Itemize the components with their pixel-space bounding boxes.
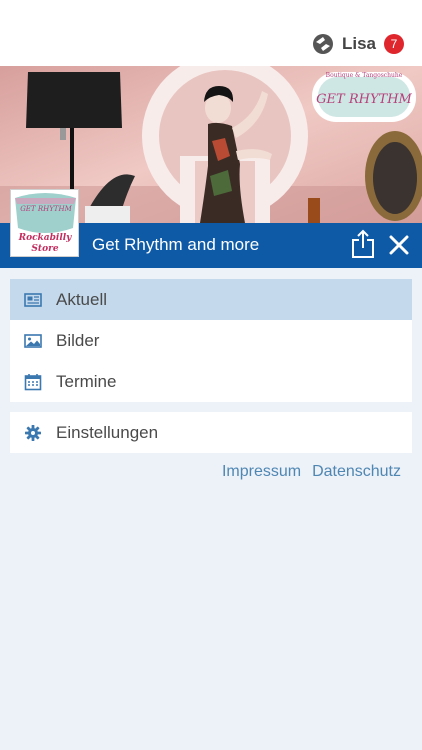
datenschutz-link[interactable]: Datenschutz — [312, 463, 401, 481]
menu-item-einstellungen[interactable]: Einstellungen — [10, 412, 412, 453]
menu-item-termine[interactable]: Termine — [10, 361, 412, 402]
menu-item-label: Einstellungen — [56, 422, 159, 442]
impressum-link[interactable]: Impressum — [222, 463, 301, 481]
close-icon[interactable] — [388, 234, 410, 256]
share-icon[interactable] — [350, 229, 376, 259]
footer-links: Impressum Datenschutz — [222, 463, 401, 481]
menu-item-label: Bilder — [56, 330, 100, 350]
sign-title-text: GET RHYTHM — [316, 92, 412, 107]
store-logo-brand: GET RHYTHM — [20, 205, 72, 213]
image-icon — [24, 334, 42, 348]
settings-menu: Einstellungen — [10, 412, 412, 453]
store-logo: GET RHYTHM Rockabilly Store — [10, 189, 79, 257]
sign-subtitle-text: Boutique & Tangoschuhe — [326, 72, 403, 79]
newspaper-icon — [24, 293, 42, 307]
top-bar: Lisa 7 — [0, 0, 422, 66]
gear-icon — [25, 425, 41, 441]
user-name: Lisa — [341, 34, 376, 53]
store-logo-line1: Rockabilly — [18, 233, 73, 243]
menu-item-bilder[interactable]: Bilder — [10, 320, 412, 361]
user-account[interactable]: Lisa 7 — [312, 30, 404, 58]
notification-badge[interactable]: 7 — [384, 34, 404, 54]
app-logo-icon — [312, 34, 333, 54]
menu-item-label: Termine — [56, 371, 117, 391]
menu-item-label: Aktuell — [56, 289, 108, 309]
store-logo-line2: Store — [31, 244, 58, 254]
calendar-icon — [24, 374, 42, 391]
main-menu: Aktuell Bilder Termine — [10, 279, 412, 402]
menu-item-aktuell[interactable]: Aktuell — [10, 279, 412, 320]
page-title: Get Rhythm and more — [92, 235, 260, 254]
